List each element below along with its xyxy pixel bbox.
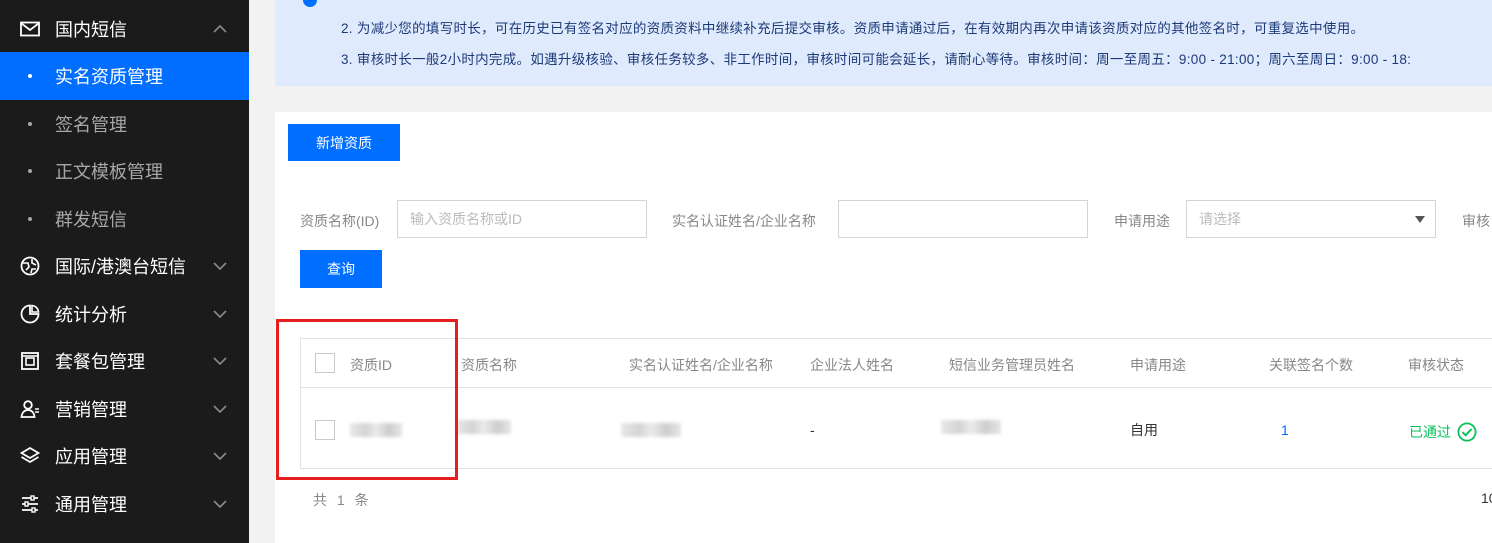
- redacted-realname: [621, 423, 681, 437]
- status-badge: 已通过: [1409, 422, 1477, 442]
- filter-label-purpose: 申请用途: [1114, 213, 1170, 229]
- page-size-select[interactable]: 10: [1481, 490, 1492, 506]
- nav-item-signature[interactable]: 签名管理: [0, 100, 249, 148]
- globe-icon: [19, 255, 41, 277]
- nav-group-application[interactable]: 应用管理: [0, 432, 249, 480]
- caret-down-icon: [1415, 216, 1425, 223]
- column-header-name: 资质名称: [461, 357, 517, 373]
- bullet-icon: [28, 169, 32, 173]
- bullet-icon: [28, 217, 32, 221]
- filter-label-name: 资质名称(ID): [300, 213, 380, 229]
- nav-group-label: 国际/港澳台短信: [55, 257, 187, 277]
- filter-label-realname: 实名认证姓名/企业名称: [672, 213, 816, 229]
- nav-group-label: 国内短信: [55, 20, 127, 40]
- nav-group-label: 营销管理: [55, 400, 127, 420]
- nav-item-label: 实名资质管理: [55, 67, 163, 87]
- chevron-down-icon: [213, 405, 227, 414]
- nav-group-label: 套餐包管理: [55, 352, 145, 372]
- nav-group-label: 通用管理: [55, 495, 127, 515]
- chevron-down-icon: [213, 500, 227, 509]
- column-header-legal-person: 企业法人姓名: [810, 357, 894, 373]
- nav-item-template[interactable]: 正文模板管理: [0, 147, 249, 195]
- nav-group-label: 统计分析: [55, 305, 127, 325]
- nav-group-label: 应用管理: [55, 447, 127, 467]
- chevron-down-icon: [213, 357, 227, 366]
- pie-chart-icon: [19, 303, 41, 325]
- nav-group-package[interactable]: 套餐包管理: [0, 337, 249, 385]
- info-icon: [303, 0, 317, 7]
- chevron-down-icon: [213, 452, 227, 461]
- chevron-down-icon: [213, 262, 227, 271]
- add-qualification-button[interactable]: 新增资质: [288, 124, 400, 161]
- redacted-admin: [941, 420, 1001, 434]
- nav-group-statistics[interactable]: 统计分析: [0, 290, 249, 338]
- sign-count-link[interactable]: 1: [1281, 422, 1289, 438]
- notice-line-3: 3. 审核时长一般2小时内完成。如遇升级核验、审核任务较多、非工作时间，审核时间…: [341, 52, 1412, 67]
- nav-item-realname-qualification[interactable]: 实名资质管理: [0, 52, 249, 100]
- nav-item-label: 正文模板管理: [55, 162, 163, 182]
- redacted-name: [456, 420, 511, 434]
- status-text: 已通过: [1409, 424, 1451, 440]
- table-header: 资质ID 资质名称 实名认证姓名/企业名称 企业法人姓名 短信业务管理员姓名 申…: [301, 339, 1492, 388]
- nav-item-bulk-sms[interactable]: 群发短信: [0, 195, 249, 243]
- query-button[interactable]: 查询: [300, 250, 382, 288]
- realname-input[interactable]: [838, 200, 1088, 238]
- nav-group-marketing[interactable]: 营销管理: [0, 385, 249, 433]
- package-icon: [19, 350, 41, 372]
- total-count: 共 1 条: [313, 492, 372, 508]
- sidebar: 国内短信 实名资质管理 签名管理 正文模板管理 群发短信 国际/港澳台短信 统计…: [0, 0, 249, 543]
- purpose-placeholder: 请选择: [1199, 211, 1241, 227]
- notice-banner: 2. 为减少您的填写时长，可在历史已有签名对应的资质资料中继续补充后提交审核。资…: [275, 0, 1492, 86]
- filter-label-review: 审核: [1462, 213, 1490, 229]
- column-header-admin: 短信业务管理员姓名: [949, 357, 1075, 373]
- sliders-icon: [19, 493, 41, 515]
- check-circle-icon: [1457, 422, 1477, 442]
- nav-item-label: 签名管理: [55, 115, 127, 135]
- notice-line-2: 2. 为减少您的填写时长，可在历史已有签名对应的资质资料中继续补充后提交审核。资…: [341, 21, 1365, 36]
- purpose-select[interactable]: 请选择: [1186, 200, 1436, 238]
- column-header-status: 审核状态: [1408, 357, 1464, 373]
- highlight-box: [276, 319, 458, 480]
- column-header-realname: 实名认证姓名/企业名称: [629, 357, 773, 373]
- bullet-icon: [28, 74, 32, 78]
- cell-purpose: 自用: [1130, 422, 1158, 438]
- qualification-name-input[interactable]: 输入资质名称或ID: [397, 200, 647, 238]
- cell-legal-person: -: [810, 422, 815, 438]
- layers-icon: [19, 445, 41, 467]
- bullet-icon: [28, 122, 32, 126]
- column-header-sign-count: 关联签名个数: [1269, 357, 1353, 373]
- chevron-up-icon: [213, 24, 227, 33]
- nav-group-international-sms[interactable]: 国际/港澳台短信: [0, 242, 249, 290]
- mail-icon: [19, 18, 41, 40]
- chevron-down-icon: [213, 310, 227, 319]
- nav-item-label: 群发短信: [55, 210, 127, 230]
- nav-group-domestic-sms[interactable]: 国内短信: [0, 5, 249, 53]
- users-icon: [19, 398, 41, 420]
- column-header-purpose: 申请用途: [1130, 357, 1186, 373]
- qualification-table: 资质ID 资质名称 实名认证姓名/企业名称 企业法人姓名 短信业务管理员姓名 申…: [300, 338, 1492, 469]
- nav-group-general[interactable]: 通用管理: [0, 480, 249, 528]
